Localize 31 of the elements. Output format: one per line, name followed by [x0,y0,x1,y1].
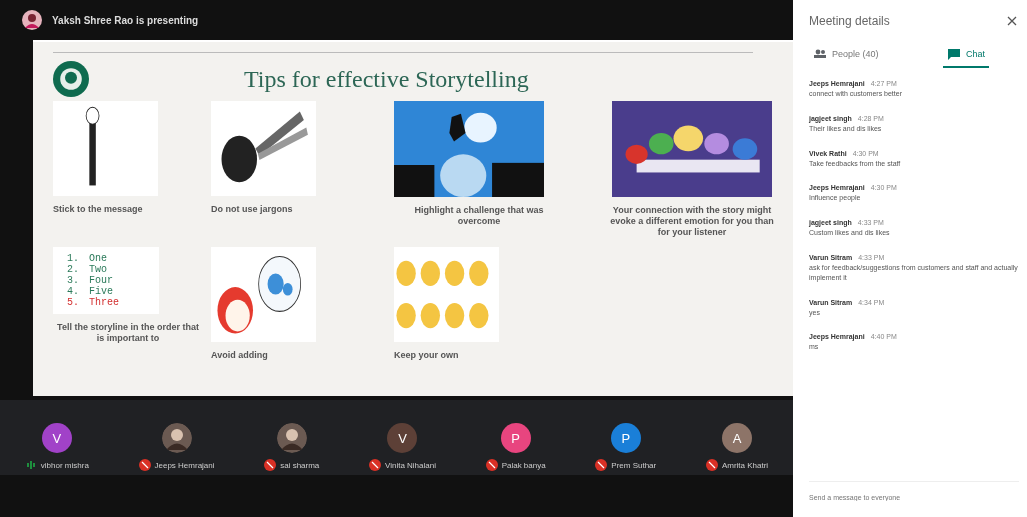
avatar: P [500,423,531,453]
participant-name: sai sharma [280,460,320,470]
tab[interactable]: People (40) [809,42,883,68]
avatar: P [610,423,641,453]
avatar-icon [22,10,42,30]
panel-title: Meeting details [809,14,890,28]
avatar [276,423,307,453]
avatar [161,423,192,453]
tab[interactable]: Chat [943,42,989,68]
chat-icon [947,48,961,60]
slide-caption: Your connection with the story might evoke a different emotion for you than for your listener [609,205,775,238]
slide-caption: Highlight a challenge that was overcome [413,205,545,227]
participant-name: Jeeps Hemrajani [154,460,215,470]
people-icon [813,49,827,59]
avatar: V [41,423,72,453]
slide-caption: Stick to the message [53,204,143,215]
avatar: V [387,423,418,453]
participant-name: Palak banya [501,460,546,470]
participant-name: Vinita Nihalani [384,460,436,470]
logo-icon [53,61,89,97]
slide-title: Tips for effective Storytelling [244,65,529,93]
slide-caption: Tell the storyline in the order that is important to [56,322,200,344]
slide-caption: Avoid adding [211,350,268,362]
participant-name: Prem Suthar [611,460,657,470]
participant-name: Amrita Khatri [721,460,769,470]
slide-caption: Do not use jargons [211,204,293,215]
presenter-label: Yaksh Shree Rao is presenting [52,14,199,26]
participant-name: vibhor mishra [40,460,89,470]
avatar: A [722,423,752,453]
slide-caption: Keep your own [394,350,459,362]
numbered-list: 1. One 2. Two 3. Four 4. Five 5. Three [53,247,159,315]
